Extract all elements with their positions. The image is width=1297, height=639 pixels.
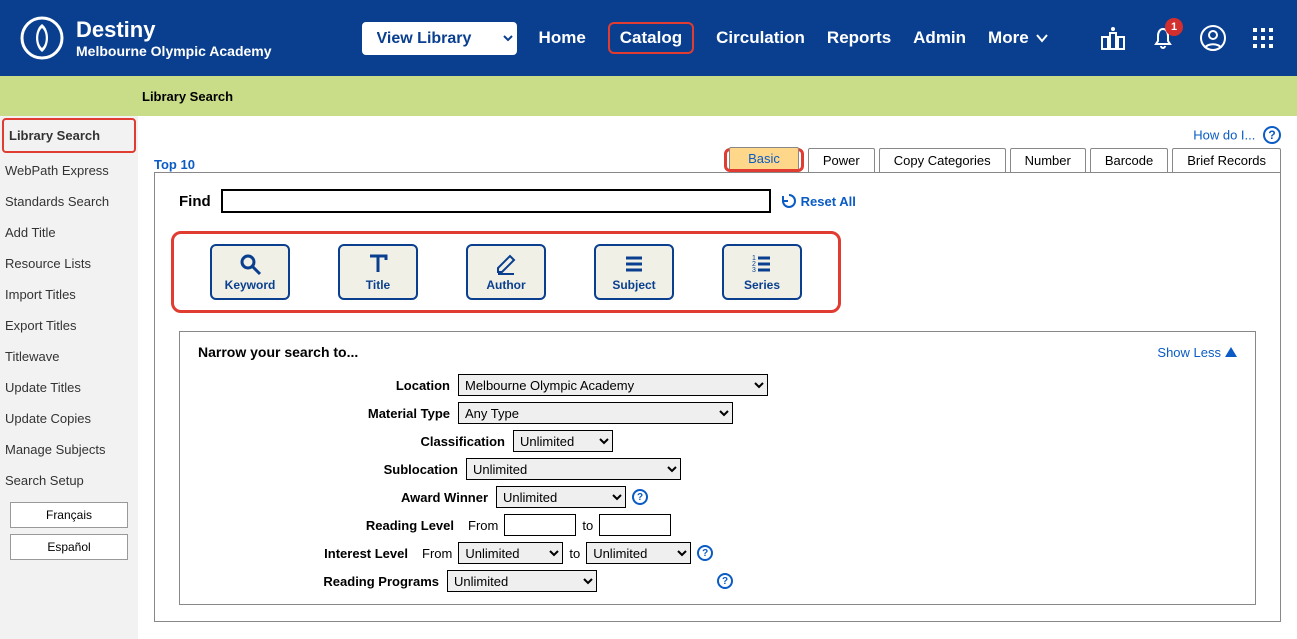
- search-tabs: Basic Power Copy Categories Number Barco…: [720, 148, 1281, 172]
- nav-more[interactable]: More: [988, 28, 1049, 48]
- show-less-toggle[interactable]: Show Less: [1157, 345, 1237, 360]
- sidebar-item-webpath-express[interactable]: WebPath Express: [0, 155, 138, 186]
- material-type-select[interactable]: Any Type: [458, 402, 733, 424]
- bell-icon[interactable]: 1: [1149, 24, 1177, 52]
- narrow-header: Narrow your search to... Show Less: [198, 344, 1237, 360]
- help-icon: ?: [1263, 126, 1281, 144]
- list-icon: 123: [750, 252, 774, 276]
- location-select[interactable]: Melbourne Olympic Academy: [458, 374, 768, 396]
- subject-button[interactable]: Subject: [594, 244, 674, 300]
- site-icon[interactable]: [1099, 24, 1127, 52]
- help-icon-programs[interactable]: ?: [717, 573, 733, 589]
- tab-brief-records[interactable]: Brief Records: [1172, 148, 1281, 172]
- tab-basic[interactable]: Basic: [724, 148, 804, 172]
- tab-barcode[interactable]: Barcode: [1090, 148, 1168, 172]
- interest-level-to-select[interactable]: Unlimited: [586, 542, 691, 564]
- logo-box: Destiny Melbourne Olympic Academy: [20, 16, 272, 60]
- svg-text:3: 3: [752, 267, 756, 274]
- pencil-icon: [494, 252, 518, 276]
- reading-level-to-input[interactable]: [599, 514, 671, 536]
- reading-programs-label: Reading Programs: [198, 574, 447, 589]
- find-input[interactable]: [221, 189, 771, 213]
- view-library-select[interactable]: View Library: [362, 22, 517, 55]
- narrow-search-panel: Narrow your search to... Show Less Locat…: [179, 331, 1256, 605]
- narrow-title: Narrow your search to...: [198, 344, 358, 360]
- nav-admin[interactable]: Admin: [913, 28, 966, 48]
- sidebar-item-library-search[interactable]: Library Search: [2, 118, 136, 153]
- help-link[interactable]: How do I... ?: [154, 126, 1281, 144]
- brand-title: Destiny: [76, 17, 272, 43]
- sidebar-item-add-title[interactable]: Add Title: [0, 217, 138, 248]
- notification-badge: 1: [1165, 18, 1183, 36]
- subheader-title: Library Search: [142, 89, 233, 104]
- sidebar-item-import-titles[interactable]: Import Titles: [0, 279, 138, 310]
- sidebar-item-export-titles[interactable]: Export Titles: [0, 310, 138, 341]
- sidebar-item-standards-search[interactable]: Standards Search: [0, 186, 138, 217]
- reset-icon: [781, 193, 797, 209]
- sublocation-label: Sublocation: [198, 462, 466, 477]
- sidebar-item-update-titles[interactable]: Update Titles: [0, 372, 138, 403]
- award-winner-select[interactable]: Unlimited: [496, 486, 626, 508]
- tab-number[interactable]: Number: [1010, 148, 1086, 172]
- reading-level-from-input[interactable]: [504, 514, 576, 536]
- lines-icon: [622, 252, 646, 276]
- main-header: Destiny Melbourne Olympic Academy View L…: [0, 0, 1297, 76]
- series-button[interactable]: 123 Series: [722, 244, 802, 300]
- nav-home[interactable]: Home: [539, 28, 586, 48]
- narrow-form: Location Melbourne Olympic Academy Mater…: [198, 374, 1237, 592]
- sidebar-item-titlewave[interactable]: Titlewave: [0, 341, 138, 372]
- material-type-label: Material Type: [198, 406, 458, 421]
- sidebar-item-manage-subjects[interactable]: Manage Subjects: [0, 434, 138, 465]
- interest-level-from-select[interactable]: Unlimited: [458, 542, 563, 564]
- keyword-button[interactable]: Keyword: [210, 244, 290, 300]
- apps-grid-icon[interactable]: [1249, 24, 1277, 52]
- sidebar: Library Search WebPath Express Standards…: [0, 116, 138, 639]
- main-nav: View Library Home Catalog Circulation Re…: [362, 22, 1049, 55]
- main-content: How do I... ? Top 10 Basic Power Copy Ca…: [138, 116, 1297, 639]
- author-button[interactable]: Author: [466, 244, 546, 300]
- classification-label: Classification: [198, 434, 513, 449]
- find-row: Find Reset All: [179, 189, 1256, 213]
- header-icons: 1: [1099, 24, 1277, 52]
- top-10-link[interactable]: Top 10: [154, 157, 195, 172]
- nav-reports[interactable]: Reports: [827, 28, 891, 48]
- title-button[interactable]: Title: [338, 244, 418, 300]
- search-panel: Find Reset All Keyword Title: [154, 172, 1281, 622]
- help-icon-interest[interactable]: ?: [697, 545, 713, 561]
- title-icon: [366, 252, 390, 276]
- sublocation-select[interactable]: Unlimited: [466, 458, 681, 480]
- classification-select[interactable]: Unlimited: [513, 430, 613, 452]
- sidebar-item-resource-lists[interactable]: Resource Lists: [0, 248, 138, 279]
- reading-programs-select[interactable]: Unlimited: [447, 570, 597, 592]
- user-icon[interactable]: [1199, 24, 1227, 52]
- chevron-down-icon: [1035, 31, 1049, 45]
- destiny-logo-icon: [20, 16, 64, 60]
- sidebar-item-search-setup[interactable]: Search Setup: [0, 465, 138, 496]
- language-espanol-button[interactable]: Español: [10, 534, 128, 560]
- brand-subtitle: Melbourne Olympic Academy: [76, 43, 272, 59]
- search-icon: [238, 252, 262, 276]
- tab-copy-categories[interactable]: Copy Categories: [879, 148, 1006, 172]
- reset-all-link[interactable]: Reset All: [781, 193, 856, 209]
- brand: Destiny Melbourne Olympic Academy: [76, 17, 272, 59]
- search-buttons-group: Keyword Title Author Subject 123 Series: [171, 231, 841, 313]
- reading-level-label: Reading Level: [198, 518, 462, 533]
- triangle-up-icon: [1225, 347, 1237, 357]
- interest-level-label: Interest Level: [198, 546, 416, 561]
- language-francais-button[interactable]: Français: [10, 502, 128, 528]
- location-label: Location: [198, 378, 458, 393]
- nav-catalog[interactable]: Catalog: [608, 22, 694, 54]
- nav-circulation[interactable]: Circulation: [716, 28, 805, 48]
- layout: Library Search WebPath Express Standards…: [0, 116, 1297, 639]
- sidebar-item-update-copies[interactable]: Update Copies: [0, 403, 138, 434]
- award-winner-label: Award Winner: [198, 490, 496, 505]
- top-row: Top 10 Basic Power Copy Categories Numbe…: [154, 148, 1281, 172]
- subheader: Library Search: [0, 76, 1297, 116]
- tab-power[interactable]: Power: [808, 148, 875, 172]
- find-label: Find: [179, 193, 211, 210]
- help-icon-award[interactable]: ?: [632, 489, 648, 505]
